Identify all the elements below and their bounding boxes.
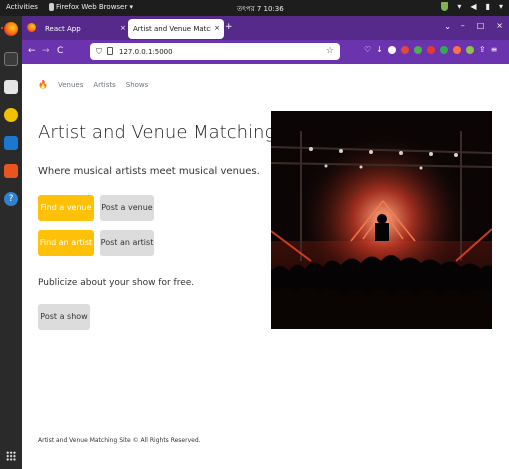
extension-icon[interactable]	[465, 46, 474, 54]
application-dock: ?	[0, 16, 22, 469]
browser-tab-strip: React App × Artist and Venue Matching S …	[22, 16, 509, 40]
bookmark-star-icon[interactable]: ☆	[326, 46, 334, 56]
page-subtitle: Where musical artists meet musical venue…	[38, 166, 260, 177]
reload-button[interactable]: C	[57, 46, 63, 56]
forward-button[interactable]: →	[42, 46, 50, 56]
battery-icon[interactable]: ▮	[486, 2, 490, 11]
web-page: 🔥 Venues Artists Shows Artist and Venue …	[22, 64, 509, 469]
page-info-icon[interactable]	[107, 47, 113, 55]
extension-icon[interactable]	[439, 46, 448, 54]
post-venue-button[interactable]: Post a venue	[100, 195, 154, 221]
firefox-app-icon	[49, 3, 54, 11]
browser-nav-bar: ← → C ⛉ 127.0.0.1:5000 ☆ ♡ ↓ ⇪ ≡	[22, 40, 509, 64]
running-indicator	[1, 27, 3, 29]
nav-link-shows[interactable]: Shows	[126, 81, 149, 89]
list-all-tabs-icon[interactable]: ⌄	[444, 22, 451, 31]
extension-icon[interactable]	[400, 46, 409, 54]
pocket-icon[interactable]: ♡	[364, 46, 371, 54]
terminal-dock-icon[interactable]	[4, 52, 18, 66]
url-text[interactable]: 127.0.0.1:5000	[119, 48, 173, 56]
software-store-dock-icon[interactable]	[4, 164, 18, 178]
help-dock-icon[interactable]: ?	[4, 192, 18, 206]
wifi-icon[interactable]: ▾	[457, 2, 461, 11]
extension-icon[interactable]	[413, 46, 422, 54]
extension-icon[interactable]	[452, 46, 461, 54]
tab-label: Artist and Venue Matching S	[133, 25, 211, 33]
site-nav: 🔥 Venues Artists Shows	[38, 80, 148, 89]
post-artist-button[interactable]: Post an artist	[100, 230, 154, 256]
rhythmbox-dock-icon[interactable]	[4, 108, 18, 122]
power-menu-icon[interactable]: ▾	[499, 2, 503, 11]
close-tab-icon[interactable]: ×	[214, 24, 220, 32]
downloads-icon[interactable]: ↓	[376, 46, 383, 54]
publicize-text: Publicize about your show for free.	[38, 278, 195, 288]
close-window-icon[interactable]: ×	[496, 21, 503, 30]
maximize-icon[interactable]: □	[477, 21, 485, 30]
window-controls: – □ ×	[461, 21, 503, 30]
find-venue-button[interactable]: Find a venue	[38, 195, 94, 221]
firefox-dock-icon[interactable]	[4, 22, 18, 36]
menu-icon[interactable]: ≡	[491, 46, 498, 54]
activities-button[interactable]: Activities	[6, 3, 38, 11]
tab-label: React App	[45, 25, 81, 33]
find-artist-button[interactable]: Find an artist	[38, 230, 94, 256]
flame-logo-icon[interactable]: 🔥	[38, 80, 48, 89]
extension-icon[interactable]	[387, 46, 396, 54]
system-tray[interactable]: ▾ ◀ ▮ ▾	[441, 2, 503, 11]
security-shield-icon[interactable]	[441, 2, 449, 11]
back-button[interactable]: ←	[28, 46, 36, 56]
firefox-view-icon[interactable]	[27, 23, 36, 32]
close-tab-icon[interactable]: ×	[120, 24, 126, 32]
share-icon[interactable]: ⇪	[479, 46, 486, 54]
extension-icon[interactable]	[426, 46, 435, 54]
tab-artist-venue[interactable]: Artist and Venue Matching S ×	[128, 19, 224, 39]
toolbar-extensions: ♡ ↓ ⇪ ≡	[364, 46, 497, 54]
files-dock-icon[interactable]	[4, 80, 18, 94]
minimize-icon[interactable]: –	[461, 21, 465, 30]
writer-dock-icon[interactable]	[4, 136, 18, 150]
nav-link-artists[interactable]: Artists	[93, 81, 115, 89]
post-show-button[interactable]: Post a show	[38, 304, 90, 330]
page-footer: Artist and Venue Matching Site © All Rig…	[38, 437, 201, 444]
tracking-protection-icon[interactable]: ⛉	[96, 47, 102, 57]
concert-image	[271, 111, 492, 329]
new-tab-button[interactable]: +	[225, 22, 233, 32]
volume-icon[interactable]: ◀	[470, 2, 476, 11]
nav-link-venues[interactable]: Venues	[58, 81, 83, 89]
system-top-bar: Activities Firefox Web Browser ▾ তৎপর 7 …	[0, 0, 509, 16]
url-bar[interactable]: ⛉ 127.0.0.1:5000 ☆	[90, 43, 340, 60]
show-applications-icon[interactable]	[6, 451, 16, 461]
app-menu[interactable]: Firefox Web Browser ▾	[56, 3, 133, 11]
system-clock[interactable]: তৎপর 7 10:36	[237, 3, 284, 15]
